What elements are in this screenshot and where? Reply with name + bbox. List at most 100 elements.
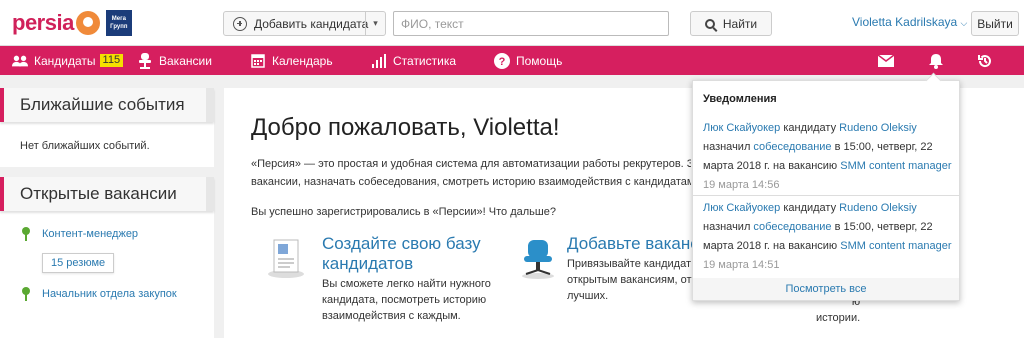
nav-vacancies-label: Вакансии: [159, 53, 212, 68]
svg-text:?: ?: [499, 56, 506, 68]
registered-text: Вы успешно зарегистрировались в «Персии»…: [251, 206, 556, 218]
notifications-dropdown: Уведомления Люк Скайуокер кандидату Rude…: [692, 80, 960, 301]
notification-text: в 15:00, четверг, 22: [831, 141, 933, 153]
nav-candidates-label: Кандидаты: [34, 53, 96, 68]
vacancy-item[interactable]: Контент-менеджер: [0, 211, 214, 241]
open-vacancies-title: Открытые вакансии: [0, 177, 214, 211]
feature-title-line: Создайте свою базу: [322, 234, 481, 253]
feature-vacancies: Добавьте ваканс Привязывайте кандидат от…: [514, 234, 699, 324]
feature-title[interactable]: Добавьте ваканс: [567, 234, 699, 254]
upcoming-events-title: Ближайшие события: [0, 88, 214, 122]
chevron-down-icon: ⌵: [960, 18, 968, 28]
plus-circle-icon: [233, 16, 247, 31]
users-icon: [12, 53, 28, 69]
feature-desc-line: истории.: [816, 312, 861, 324]
notification-candidate-link[interactable]: Rudeno Oleksiy: [839, 202, 917, 214]
intro-line: «Персия» — это простая и удобная система…: [251, 158, 691, 170]
calendar-icon: [250, 53, 266, 69]
feature-desc-line: открытым вакансиям, от: [567, 274, 692, 286]
feature-description: Вы сможете легко найти нужного кандидата…: [322, 276, 491, 324]
history-icon: [978, 54, 991, 67]
nav-calendar-label: Календарь: [272, 53, 333, 68]
notification-author-link[interactable]: Люк Скайуокер: [703, 122, 780, 134]
sidebar: Ближайшие события Нет ближайших событий.…: [0, 88, 214, 338]
search-input[interactable]: [393, 11, 669, 36]
notification-time: 19 марта 14:51: [703, 259, 780, 271]
main-nav: Кандидаты 115 Вакансии Календарь Статист…: [0, 46, 1024, 75]
top-bar: persia Мега Групп Добавить кандидата ▾ Н…: [0, 0, 1024, 46]
notification-item: Люк Скайуокер кандидату Rudeno Oleksiy н…: [703, 119, 955, 195]
help-icon: ?: [494, 52, 510, 69]
logo-text: persia: [12, 10, 74, 35]
search-button[interactable]: Найти: [690, 11, 772, 36]
partner-logo: Мега Групп: [105, 10, 132, 36]
notification-candidate-link[interactable]: Rudeno Oleksiy: [839, 122, 917, 134]
notification-text: марта 2018 г. на вакансию: [703, 240, 841, 252]
vacancy-chair-icon: [20, 227, 32, 241]
notification-text: в 15:00, четверг, 22: [831, 221, 933, 233]
feature-desc-line: лучших.: [567, 290, 609, 302]
nav-item-calendar[interactable]: Календарь: [250, 46, 333, 75]
intro-line: вакансии, назначать собеседования, смотр…: [251, 176, 691, 188]
bar-chart-icon: [371, 53, 387, 69]
user-name: Violetta Kadrilskaya: [852, 15, 958, 29]
user-menu[interactable]: Violetta Kadrilskaya ⌵: [852, 15, 967, 29]
view-all-notifications-link[interactable]: Посмотреть все: [693, 278, 959, 300]
upcoming-events-panel: Ближайшие события Нет ближайших событий.: [0, 88, 214, 167]
chair-icon: [137, 52, 153, 69]
feature-desc-line: взаимодействия с каждым.: [322, 310, 461, 322]
logo-mark-icon: [75, 11, 100, 35]
nav-help-label: Помощь: [516, 53, 563, 68]
notification-vacancy-link[interactable]: SMM content manager: [840, 240, 951, 252]
feature-title[interactable]: Создайте свою базу кандидатов: [322, 234, 481, 274]
notifications-title: Уведомления: [703, 93, 777, 105]
intro-text: «Персия» — это простая и удобная система…: [251, 155, 691, 191]
persia-logo[interactable]: persia Мега Групп: [12, 8, 132, 38]
no-events-text: Нет ближайших событий.: [20, 140, 150, 152]
search-button-label: Найти: [722, 16, 758, 31]
history-button[interactable]: [970, 46, 1000, 75]
notification-text: марта 2018 г. на вакансию: [703, 160, 841, 172]
feature-candidates: Создайте свою базу кандидатов Вы сможете…: [264, 234, 504, 324]
resume-count-link[interactable]: 15 резюме: [42, 253, 115, 273]
divider: [693, 195, 959, 196]
envelope-icon: [878, 54, 894, 67]
notifications-button[interactable]: [921, 46, 951, 75]
nav-item-vacancies[interactable]: Вакансии: [137, 46, 212, 75]
page-title: Добро пожаловать, Violetta!: [251, 114, 560, 141]
vacancy-name: Контент-менеджер: [42, 228, 139, 240]
notification-event-link[interactable]: собеседование: [753, 221, 831, 233]
candidates-count-badge: 115: [99, 54, 124, 67]
nav-statistics-label: Статистика: [393, 53, 457, 68]
notification-author-link[interactable]: Люк Скайуокер: [703, 202, 780, 214]
office-chair-icon: [514, 234, 560, 280]
vacancy-name: Начальник отдела закупок: [42, 288, 177, 300]
notification-text: кандидату: [780, 202, 840, 214]
nav-item-candidates[interactable]: Кандидаты 115: [12, 46, 124, 75]
notification-text: назначил: [703, 141, 754, 153]
vacancy-chair-icon: [20, 287, 32, 301]
feature-desc-line: Привязывайте кандидат: [567, 258, 692, 270]
vacancy-item[interactable]: Начальник отдела закупок: [0, 273, 214, 301]
chevron-down-icon[interactable]: ▾: [365, 12, 385, 35]
add-candidate-label: Добавить кандидата: [254, 16, 369, 31]
notification-vacancy-link[interactable]: SMM content manager: [840, 160, 951, 172]
notification-event-link[interactable]: собеседование: [753, 141, 831, 153]
notification-text: назначил: [703, 221, 754, 233]
feature-description: Привязывайте кандидат открытым вакансиям…: [567, 256, 692, 304]
feature-title-line: кандидатов: [322, 254, 414, 273]
nav-item-help[interactable]: ? Помощь: [494, 46, 562, 75]
bell-icon: [929, 53, 943, 69]
notification-text: кандидату: [780, 122, 840, 134]
feature-desc-line: кандидата, посмотреть историю: [322, 294, 487, 306]
logout-button[interactable]: Выйти: [971, 11, 1019, 36]
notification-item: Люк Скайуокер кандидату Rudeno Oleksiy н…: [703, 199, 955, 275]
nav-item-statistics[interactable]: Статистика: [371, 46, 456, 75]
document-icon: [264, 234, 310, 280]
add-candidate-button[interactable]: Добавить кандидата ▾: [223, 11, 386, 36]
search-icon: [704, 18, 715, 29]
open-vacancies-panel: Открытые вакансии Контент-менеджер 15 ре…: [0, 177, 214, 338]
notification-time: 19 марта 14:56: [703, 179, 780, 191]
messages-button[interactable]: [871, 46, 901, 75]
feature-desc-line: Вы сможете легко найти нужного: [322, 278, 491, 290]
